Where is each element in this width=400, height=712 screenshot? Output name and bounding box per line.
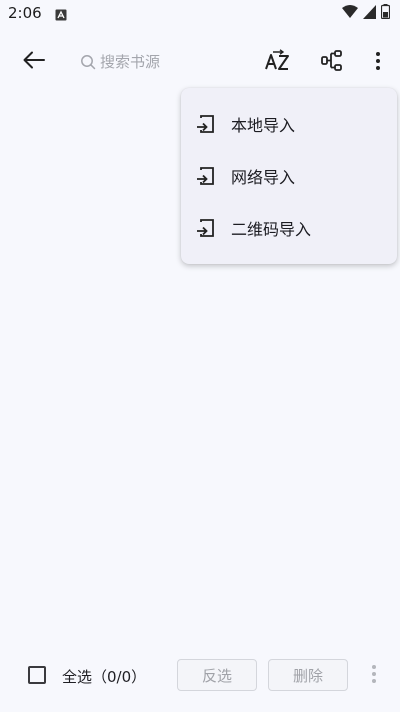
- invert-selection-button[interactable]: 反选: [177, 659, 257, 691]
- menu-item-local-import[interactable]: 本地导入: [181, 98, 397, 150]
- arrow-left-icon: [23, 51, 45, 73]
- more-vertical-icon: [371, 664, 377, 688]
- battery-icon: [380, 3, 391, 23]
- menu-item-network-import[interactable]: 网络导入: [181, 150, 397, 202]
- import-icon: [195, 114, 215, 134]
- notification-a-icon: [55, 6, 67, 21]
- sort-az-icon: [264, 49, 292, 77]
- signal-icon: [363, 4, 376, 23]
- import-icon: [195, 166, 215, 186]
- search-box[interactable]: [80, 50, 250, 74]
- search-icon: [80, 53, 98, 71]
- status-time: 2:06: [8, 4, 42, 22]
- menu-item-label: 本地导入: [231, 116, 296, 135]
- menu-item-label: 网络导入: [231, 168, 296, 187]
- import-icon: [195, 218, 215, 238]
- back-button[interactable]: [18, 48, 50, 76]
- bottom-more-button[interactable]: [364, 664, 384, 688]
- select-all-checkbox[interactable]: [28, 666, 46, 684]
- status-icons: [342, 3, 391, 23]
- status-bar: 2:06: [0, 0, 400, 28]
- select-all-label[interactable]: 全选（0/0）: [62, 666, 146, 687]
- more-vertical-icon: [375, 51, 381, 75]
- search-input[interactable]: [100, 53, 240, 71]
- more-options-button[interactable]: [364, 48, 392, 78]
- bottom-selection-bar: 全选（0/0） 反选 删除: [0, 652, 400, 700]
- menu-item-qrcode-import[interactable]: 二维码导入: [181, 202, 397, 254]
- sort-button[interactable]: [262, 48, 294, 78]
- group-button[interactable]: [316, 48, 348, 78]
- toolbar: [0, 36, 400, 88]
- delete-button[interactable]: 删除: [268, 659, 348, 691]
- wifi-icon: [342, 4, 358, 23]
- group-icon: [320, 49, 344, 77]
- menu-item-label: 二维码导入: [231, 220, 312, 239]
- import-menu: 本地导入 网络导入 二维码导入: [181, 88, 397, 264]
